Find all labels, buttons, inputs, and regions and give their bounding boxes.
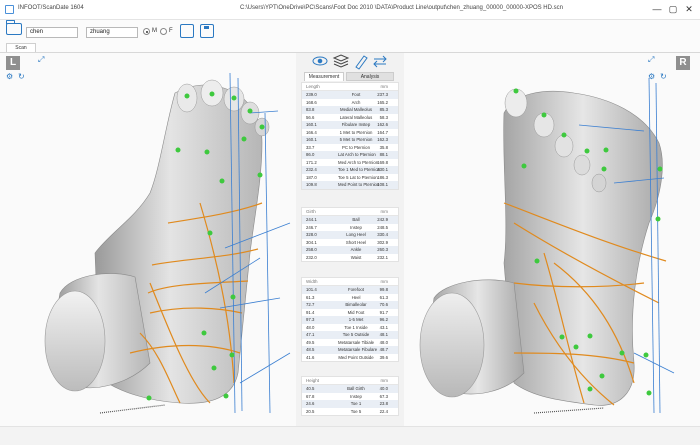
minimize-button[interactable]: — xyxy=(650,3,664,15)
height-table: Height mm 40.5 Ball Girth 40.0 67.8 Instep 6… xyxy=(301,376,399,416)
table-row[interactable]: 47.1 Toe 5 Outside 48.1 xyxy=(302,331,398,339)
table-row[interactable]: 97.3 1-5 Met 96.2 xyxy=(302,316,398,324)
table-row[interactable]: 101.4 Forefoot 99.8 xyxy=(302,286,398,294)
girth-table-body: 244.1 Ball 242.9 246.7 Instep 248.5 328.0 Lon… xyxy=(302,216,398,261)
close-button[interactable]: ✕ xyxy=(682,3,696,15)
table-row[interactable]: 232.4 Toe 1 Med to Pternion 230.1 xyxy=(302,166,398,174)
layers-icon xyxy=(332,54,350,68)
tab-measurement[interactable]: Measurement xyxy=(304,72,344,81)
table-row[interactable]: 72.7 Bimalleolar 70.6 xyxy=(302,301,398,309)
table-row[interactable]: 232.0 Waist 232.1 xyxy=(302,254,398,262)
table-row[interactable]: 244.1 Ball 242.9 xyxy=(302,216,398,224)
table-row[interactable]: 239.0 Foot 237.3 xyxy=(302,91,398,99)
table-row[interactable]: 160.1 Fibulare Instep 162.6 xyxy=(302,121,398,129)
open-folder-icon[interactable] xyxy=(5,20,22,35)
app-name: INFOOT/ScanDate 1604 xyxy=(18,5,84,11)
save-icon[interactable] xyxy=(200,24,214,38)
table-row[interactable]: 41.6 Med Point Outside 39.6 xyxy=(302,354,398,362)
girth-table: Girth mm 244.1 Ball 242.9 246.7 Instep 248.5… xyxy=(301,207,399,262)
table-row[interactable]: 67.8 Instep 67.3 xyxy=(302,393,398,401)
measurement-panel: Measurement Analysis Length mm 239.0 Foot… xyxy=(296,53,404,426)
table-row[interactable]: 24.6 Toe 1 23.8 xyxy=(302,400,398,408)
table-row[interactable]: 109.8 Med Point to Pternion 108.1 xyxy=(302,181,398,189)
table-row[interactable]: 49.5 Metatarsale Tibiale 48.0 xyxy=(302,339,398,347)
app-window: INFOOT/ScanDate 1604 C:\Users\YPT\OneDri… xyxy=(0,0,700,445)
width-table-header: Width mm xyxy=(302,278,398,286)
pen-icon xyxy=(355,55,368,70)
length-table-header: Length mm xyxy=(302,83,398,91)
table-row[interactable]: 83.8 Medial Malleolus 85.3 xyxy=(302,106,398,114)
table-row[interactable]: 91.4 Mid Foot 91.7 xyxy=(302,309,398,317)
table-row[interactable]: 258.0 Ankle 260.3 xyxy=(302,246,398,254)
height-table-header: Height mm xyxy=(302,377,398,385)
table-row[interactable]: 33.7 PC to Pternion 35.8 xyxy=(302,144,398,152)
table-row[interactable]: 48.5 Metatarsale Fibulare 48.7 xyxy=(302,346,398,354)
export-icon[interactable] xyxy=(180,24,194,38)
table-row[interactable]: 166.4 1 Met to Pternion 164.7 xyxy=(302,129,398,137)
width-table: Width mm 101.4 Forefoot 99.8 61.3 Heel 61.3 … xyxy=(301,277,399,362)
eye-icon xyxy=(312,56,328,66)
reset-icon[interactable]: ↻ xyxy=(18,72,25,81)
window-title: C:\Users\YPT\OneDrive\PC\Scans\Foot Doc … xyxy=(240,5,563,11)
girth-table-header: Girth mm xyxy=(302,208,398,216)
height-table-body: 40.5 Ball Girth 40.0 67.8 Instep 67.3 24.6 To… xyxy=(302,385,398,415)
table-row[interactable]: 246.7 Instep 248.5 xyxy=(302,224,398,232)
first-name-field[interactable]: zhuang xyxy=(86,27,138,38)
swap-icon xyxy=(373,55,387,68)
app-icon xyxy=(5,5,14,14)
table-row[interactable]: 40.5 Ball Girth 40.0 xyxy=(302,385,398,393)
filter-icon[interactable]: ⚙ xyxy=(6,72,13,81)
expand-icon[interactable]: ⤢ xyxy=(648,55,654,65)
title-bar: INFOOT/ScanDate 1604 C:\Users\YPT\OneDri… xyxy=(0,0,700,20)
left-foot-render xyxy=(44,72,291,414)
width-table-body: 101.4 Forefoot 99.8 61.3 Heel 61.3 72.7 Bimal… xyxy=(302,286,398,361)
female-radio-label: F xyxy=(169,28,173,34)
tab-scan[interactable]: Scan xyxy=(6,43,36,52)
reset-icon[interactable]: ↻ xyxy=(660,72,667,81)
table-row[interactable]: 86.0 Lat Arch to Pternion 88.1 xyxy=(302,151,398,159)
length-table-body: 239.0 Foot 237.3 168.6 Arch 165.2 83.8 Medial… xyxy=(302,91,398,189)
table-row[interactable]: 168.6 Arch 165.2 xyxy=(302,99,398,107)
status-bar xyxy=(0,426,700,445)
table-row[interactable]: 171.2 Med Arch to Pternion 169.8 xyxy=(302,159,398,167)
male-radio[interactable] xyxy=(143,28,150,35)
filter-icon[interactable]: ⚙ xyxy=(648,72,655,81)
table-row[interactable]: 61.3 Heel 61.3 xyxy=(302,294,398,302)
last-name-field[interactable]: chen xyxy=(26,27,78,38)
right-foot-indicator: R xyxy=(676,56,690,70)
table-row[interactable]: 20.5 Toe 5 22.4 xyxy=(302,408,398,416)
table-row[interactable]: 56.6 Lateral Malleolus 58.3 xyxy=(302,114,398,122)
tab-analysis[interactable]: Analysis xyxy=(346,72,394,81)
right-foot-viewport[interactable]: R ⤢ ⚙ ↻ xyxy=(404,53,700,426)
male-radio-label: M xyxy=(152,28,157,34)
expand-icon[interactable]: ⤢ xyxy=(38,55,44,65)
left-foot-viewport[interactable]: L ⤢ ⚙ ↻ xyxy=(0,53,296,426)
table-row[interactable]: 160.1 5 Met to Pternion 162.3 xyxy=(302,136,398,144)
table-row[interactable]: 48.0 Toe 1 Inside 43.1 xyxy=(302,324,398,332)
left-foot-indicator: L xyxy=(6,56,20,70)
female-radio[interactable] xyxy=(160,28,167,35)
table-row[interactable]: 328.0 Long Heel 330.4 xyxy=(302,231,398,239)
table-row[interactable]: 187.0 Toe 5 Lat to Pternion 186.3 xyxy=(302,174,398,182)
view-mode-icons xyxy=(312,54,387,70)
maximize-button[interactable]: ▢ xyxy=(666,3,680,15)
table-row[interactable]: 304.1 Short Heel 302.9 xyxy=(302,239,398,247)
length-table: Length mm 239.0 Foot 237.3 168.6 Arch 165.2 … xyxy=(301,82,399,190)
right-foot-render xyxy=(419,77,675,414)
